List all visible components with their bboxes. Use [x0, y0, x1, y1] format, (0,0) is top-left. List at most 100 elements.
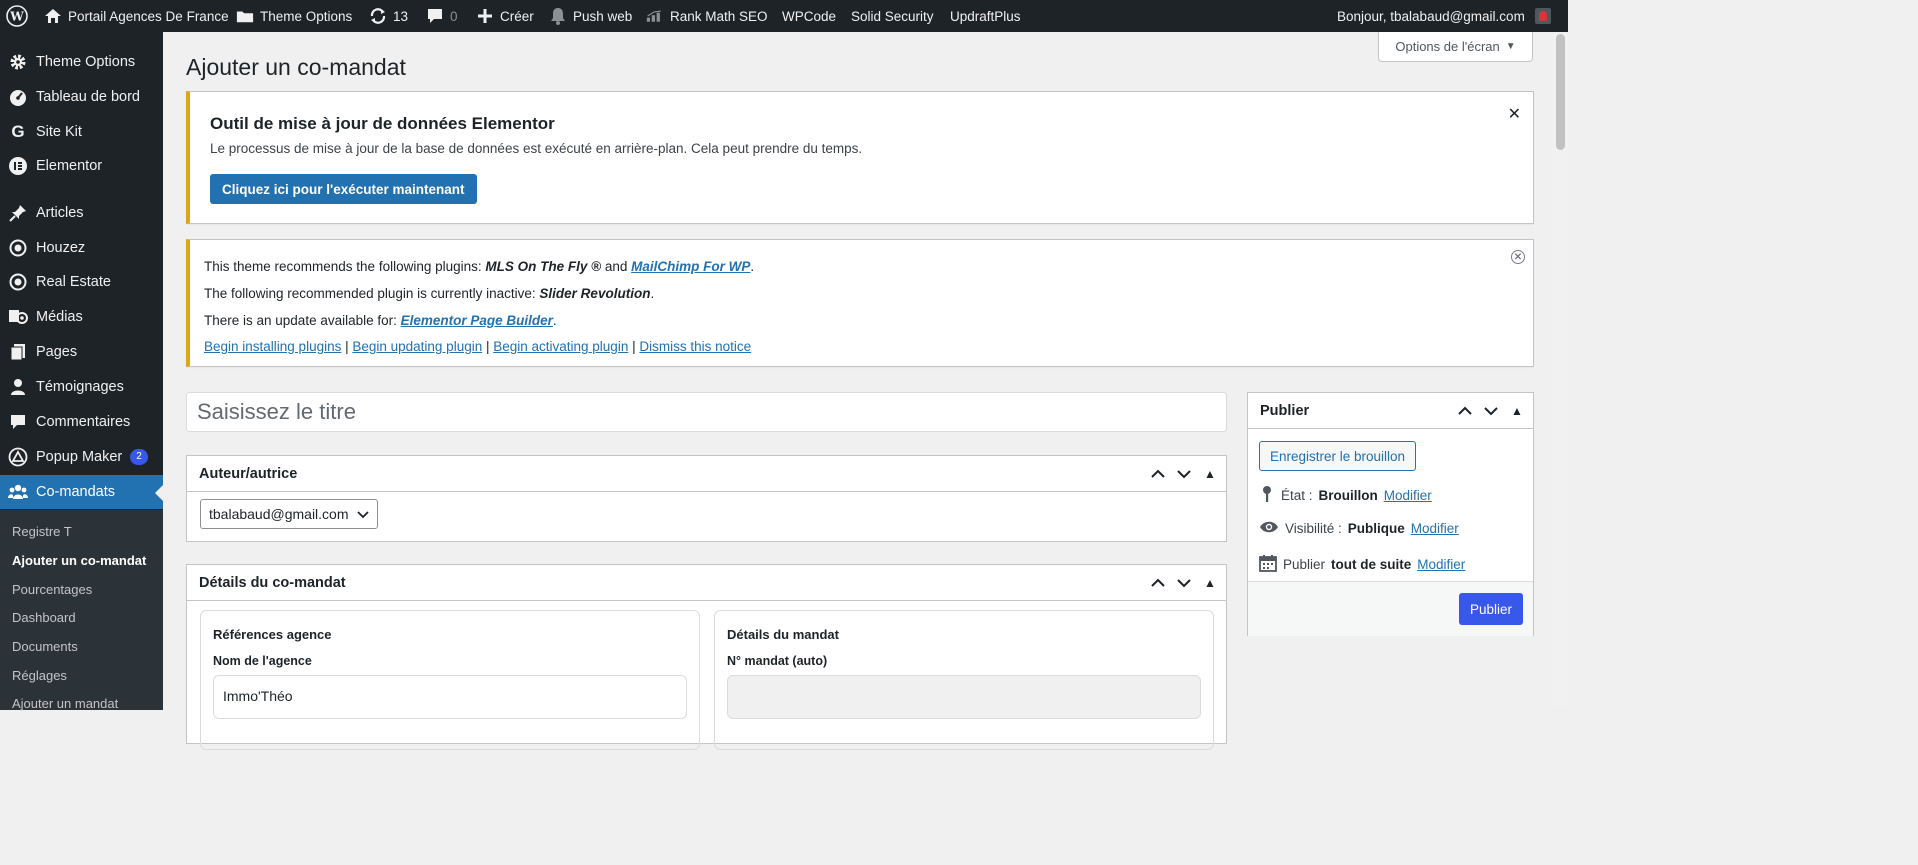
begin-updating-link[interactable]: Begin updating plugin [352, 339, 482, 354]
chevron-up-icon[interactable] [1457, 401, 1473, 421]
author-postbox: Auteur/autrice ▲ tbalabaud@gmail.com [186, 455, 1227, 542]
sidebar-item-medias[interactable]: Médias [0, 300, 163, 334]
updraftplus-link[interactable]: UpdraftPlus [950, 0, 1021, 32]
pin-icon [0, 204, 36, 222]
rank-math-link[interactable]: Rank Math SEO [646, 0, 768, 32]
chevron-down-icon[interactable] [1176, 464, 1192, 484]
sidebar-item-co-mandats[interactable]: Co-mandats [0, 475, 163, 509]
scrollbar[interactable] [1553, 32, 1568, 707]
plugin-link[interactable]: MailChimp For WP [631, 259, 750, 274]
sidebar-item-site-kit[interactable]: G Site Kit [0, 115, 163, 149]
google-icon: G [11, 122, 25, 141]
begin-installing-link[interactable]: Begin installing plugins [204, 339, 341, 354]
toggle-triangle-icon[interactable]: ▲ [1202, 573, 1218, 593]
agency-references-panel: Références agence Nom de l'agence Immo'T… [200, 610, 700, 750]
sidebar-item-popup-maker[interactable]: Popup Maker 2 [0, 440, 163, 474]
submenu-item-dashboard[interactable]: Dashboard [12, 610, 76, 625]
punctuation: . [650, 286, 655, 301]
author-select[interactable]: tbalabaud@gmail.com [200, 499, 378, 529]
submenu-item-pourcentages[interactable]: Pourcentages [12, 582, 92, 597]
punctuation: . [750, 259, 755, 274]
sidebar-item-elementor[interactable]: Elementor [0, 149, 163, 183]
submenu: Registre T Ajouter un co-mandat Pourcent… [0, 510, 163, 711]
rank-math-label: Rank Math SEO [670, 8, 768, 24]
publish-time-row: Publier tout de suite Modifier [1259, 554, 1465, 575]
chevron-down-icon[interactable] [1176, 573, 1192, 593]
notification-badge: 2 [130, 449, 148, 465]
chevron-down-icon[interactable] [1483, 401, 1499, 421]
sidebar-item-label: Témoignages [36, 379, 124, 395]
update-line: There is an update available for: Elemen… [204, 313, 557, 328]
dismiss-icon[interactable]: ✕ [1511, 250, 1525, 264]
notice-title: Outil de mise à jour de données Elemento… [210, 114, 555, 133]
sidebar-item-real-estate[interactable]: Real Estate [0, 265, 163, 299]
chevron-up-icon[interactable] [1150, 464, 1166, 484]
agency-name-input[interactable]: Immo'Théo [213, 675, 687, 719]
publish-time-label: Publier [1283, 557, 1326, 572]
dismiss-notice-link[interactable]: Dismiss this notice [639, 339, 751, 354]
theme-options-link[interactable]: Theme Options [236, 0, 352, 32]
sidebar-item-temoignages[interactable]: Témoignages [0, 370, 163, 404]
inactive-prefix: The following recommended plugin is curr… [204, 286, 540, 301]
sidebar-item-label: Articles [36, 205, 84, 221]
push-web-link[interactable]: Push web [549, 0, 632, 32]
toggle-triangle-icon[interactable]: ▲ [1202, 464, 1218, 484]
gear-icon [0, 53, 36, 71]
wordpress-logo-icon[interactable]: W [6, 0, 28, 32]
field-label: N° mandat (auto) [727, 654, 828, 668]
sidebar-item-tableau-de-bord[interactable]: Tableau de bord [0, 80, 163, 114]
sidebar-item-houzez[interactable]: Houzez [0, 231, 163, 265]
sidebar-item-label: Co-mandats [36, 484, 115, 500]
my-account-link[interactable]: Bonjour, tbalabaud@gmail.com [1337, 0, 1551, 32]
notice-actions: Begin installing plugins | Begin updatin… [204, 339, 751, 354]
screen-options-button[interactable]: Options de l'écran ▼ [1378, 32, 1533, 62]
sidebar-item-theme-options[interactable]: Theme Options [0, 45, 163, 79]
edit-publish-time-link[interactable]: Modifier [1417, 557, 1465, 572]
sidebar-item-label: Site Kit [36, 124, 82, 140]
notice-text: Le processus de mise à jour de la base d… [210, 141, 863, 156]
conjunction: and [601, 259, 632, 274]
separator: | [482, 339, 494, 354]
edit-status-link[interactable]: Modifier [1384, 488, 1432, 503]
close-icon[interactable]: ✕ [1508, 104, 1521, 124]
submenu-item-registre[interactable]: Registre T [12, 524, 72, 539]
sidebar-item-label: Médias [36, 309, 83, 325]
edit-visibility-link[interactable]: Modifier [1411, 521, 1459, 536]
submenu-item-documents[interactable]: Documents [12, 639, 78, 654]
publish-button[interactable]: Publier [1458, 593, 1523, 625]
media-icon [0, 308, 36, 326]
comment-bubble-icon [426, 7, 444, 25]
site-name-link[interactable]: Portail Agences De France [44, 0, 229, 32]
comments-link[interactable]: 0 [426, 0, 458, 32]
details-postbox: Détails du co-mandat ▲ Références agence… [186, 564, 1227, 750]
submenu-item-ajouter-co-mandat[interactable]: Ajouter un co-mandat [12, 553, 146, 568]
create-link[interactable]: Créer [476, 0, 534, 32]
visibility-row: Visibilité : Publique Modifier [1259, 520, 1459, 537]
sidebar-item-commentaires[interactable]: Commentaires [0, 405, 163, 439]
home-icon [44, 7, 62, 25]
page-title: Ajouter un co-mandat [186, 54, 406, 80]
submenu-item-reglages[interactable]: Réglages [12, 668, 67, 683]
solid-security-link[interactable]: Solid Security [851, 0, 934, 32]
toggle-triangle-icon[interactable]: ▲ [1509, 401, 1525, 421]
updraftplus-label: UpdraftPlus [950, 8, 1021, 24]
save-draft-button[interactable]: Enregistrer le brouillon [1259, 441, 1417, 471]
comment-icon [0, 413, 36, 431]
create-label: Créer [500, 8, 534, 24]
submenu-item-ajouter-mandat[interactable]: Ajouter un mandat [12, 696, 118, 711]
punctuation: . [552, 313, 557, 328]
author-selected-value: tbalabaud@gmail.com [209, 506, 349, 522]
dashboard-icon [0, 88, 36, 106]
plugin-link[interactable]: Elementor Page Builder [401, 313, 553, 328]
sidebar-item-articles[interactable]: Articles [0, 196, 163, 230]
chevron-up-icon[interactable] [1150, 573, 1166, 593]
scrollbar-thumb[interactable] [1556, 34, 1565, 150]
sidebar-item-label: Real Estate [36, 274, 111, 290]
sidebar-item-pages[interactable]: Pages [0, 335, 163, 369]
wpcode-link[interactable]: WPCode [782, 0, 836, 32]
run-update-button[interactable]: Cliquez ici pour l'exécuter maintenant [210, 174, 477, 204]
updates-link[interactable]: 13 [369, 0, 408, 32]
rank-math-icon [646, 7, 664, 25]
begin-activating-link[interactable]: Begin activating plugin [493, 339, 628, 354]
post-title-input[interactable]: Saisissez le titre [186, 392, 1227, 432]
